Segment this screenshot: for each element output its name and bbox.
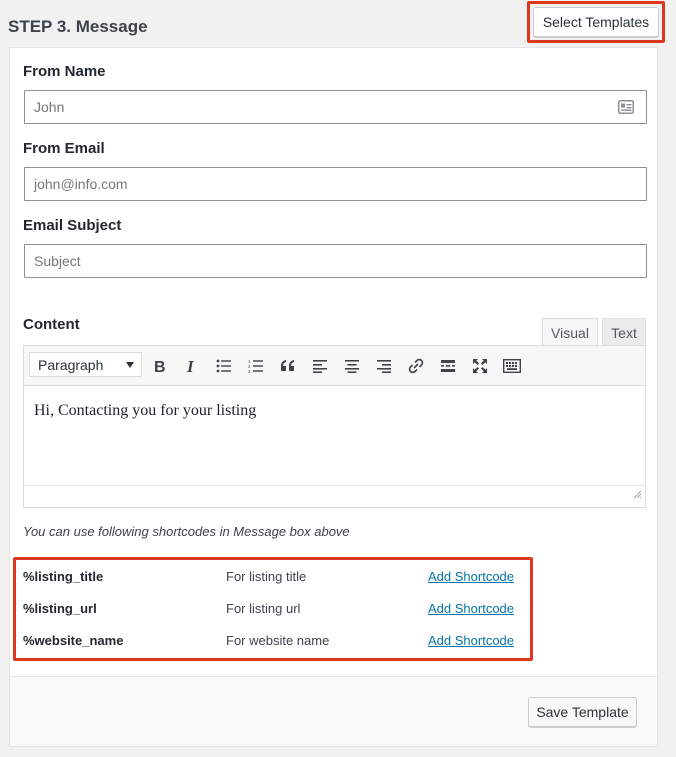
id-card-icon[interactable] bbox=[618, 100, 634, 117]
shortcode-hint: You can use following shortcodes in Mess… bbox=[23, 524, 350, 539]
tab-visual[interactable]: Visual bbox=[542, 318, 598, 346]
fullscreen-icon[interactable] bbox=[470, 356, 490, 376]
tab-text[interactable]: Text bbox=[602, 318, 646, 346]
align-right-icon[interactable] bbox=[374, 356, 394, 376]
svg-text:I: I bbox=[186, 358, 195, 374]
from-email-label: From Email bbox=[23, 140, 105, 157]
select-templates-button[interactable]: Select Templates bbox=[533, 7, 659, 37]
content-editor: Paragraph B I 123 Hi, Contacting you for… bbox=[23, 345, 646, 508]
svg-text:3: 3 bbox=[248, 369, 251, 373]
align-left-icon[interactable] bbox=[310, 356, 330, 376]
editor-body-text: Hi, Contacting you for your listing bbox=[34, 402, 257, 419]
from-email-value: john@info.com bbox=[34, 176, 128, 192]
format-select-value: Paragraph bbox=[38, 356, 104, 373]
toolbar-toggle-icon[interactable] bbox=[502, 356, 522, 376]
format-select[interactable]: Paragraph bbox=[29, 352, 142, 377]
caret-down-icon bbox=[126, 362, 134, 368]
italic-icon[interactable]: I bbox=[181, 356, 201, 376]
editor-toolbar: Paragraph B I 123 bbox=[24, 346, 645, 386]
resize-handle-icon[interactable] bbox=[632, 486, 642, 504]
from-email-field[interactable]: john@info.com bbox=[24, 167, 647, 201]
bold-icon[interactable]: B bbox=[149, 356, 169, 376]
bulleted-list-icon[interactable] bbox=[214, 356, 234, 376]
content-label: Content bbox=[23, 316, 80, 333]
from-name-label: From Name bbox=[23, 63, 106, 80]
numbered-list-icon[interactable]: 123 bbox=[246, 356, 266, 376]
editor-statusbar bbox=[24, 485, 645, 507]
step-title: STEP 3. Message bbox=[8, 17, 148, 36]
svg-text:B: B bbox=[154, 359, 166, 374]
align-center-icon[interactable] bbox=[342, 356, 362, 376]
email-subject-label: Email Subject bbox=[23, 217, 122, 234]
read-more-icon[interactable] bbox=[438, 356, 458, 376]
link-icon[interactable] bbox=[406, 356, 426, 376]
editor-body[interactable]: Hi, Contacting you for your listing bbox=[24, 387, 645, 485]
save-template-button[interactable]: Save Template bbox=[528, 697, 637, 727]
email-subject-field[interactable]: Subject bbox=[24, 244, 647, 278]
from-name-value: John bbox=[34, 99, 65, 115]
shortcodes-highlight bbox=[13, 557, 533, 661]
email-subject-placeholder: Subject bbox=[34, 253, 81, 269]
blockquote-icon[interactable] bbox=[278, 356, 298, 376]
from-name-field[interactable]: John bbox=[24, 90, 647, 124]
